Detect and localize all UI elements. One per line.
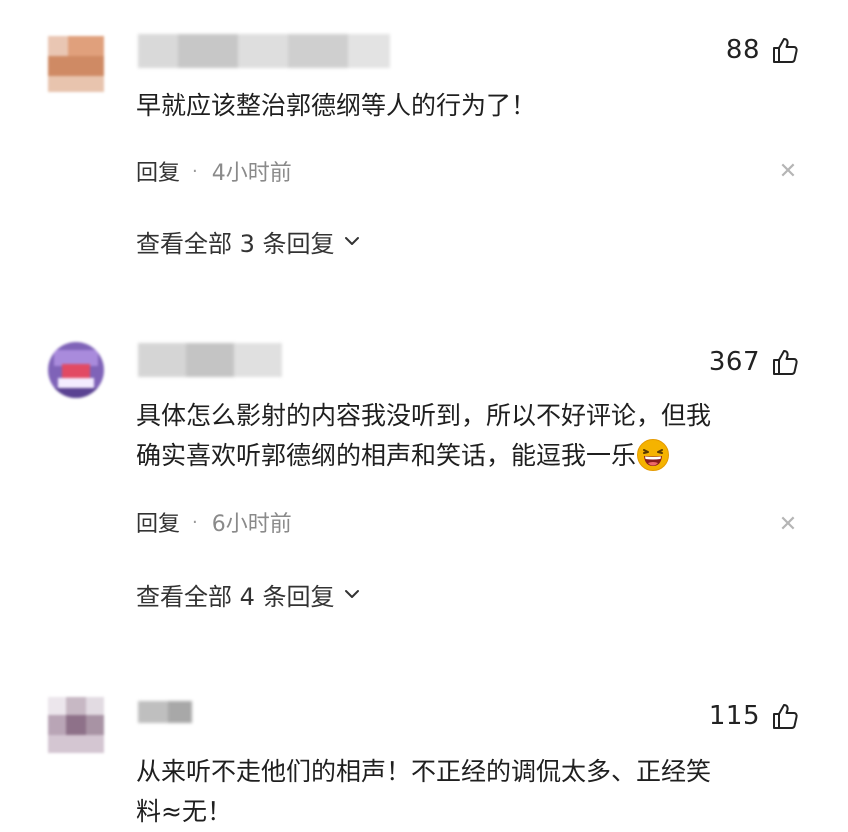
- like-button[interactable]: 115: [709, 696, 800, 736]
- thumbs-up-icon: [773, 38, 798, 63]
- timestamp: 6小时前: [211, 512, 292, 537]
- like-count: 88: [725, 35, 760, 65]
- comment-text-content: 具体怎么影射的内容我没听到，所以不好评论，但我 确实喜欢听郭德纲的相声和笑话，能…: [136, 401, 712, 470]
- chevron-down-icon: [344, 590, 359, 598]
- avatar[interactable]: [48, 697, 104, 753]
- username-blurred[interactable]: [138, 34, 390, 68]
- close-icon[interactable]: ✕: [776, 160, 800, 184]
- avatar[interactable]: [48, 342, 104, 398]
- view-replies-label: 查看全部 3 条回复: [136, 229, 335, 258]
- view-replies-button[interactable]: 查看全部 3 条回复: [136, 224, 361, 258]
- chevron-down-icon: [344, 237, 359, 245]
- view-replies-button[interactable]: 查看全部 4 条回复: [136, 577, 361, 611]
- comment-meta: 回复 · 4小时前: [136, 155, 292, 187]
- close-icon[interactable]: ✕: [776, 513, 800, 537]
- reply-button[interactable]: 回复: [136, 155, 180, 187]
- comment-text: 从来听不走他们的相声！不正经的调侃太多、正经笑 料≈无！: [136, 757, 712, 826]
- timestamp: 4小时前: [211, 161, 292, 186]
- thumbs-up-icon: [773, 350, 798, 375]
- username-blurred[interactable]: [138, 343, 282, 377]
- comment-text: 具体怎么影射的内容我没听到，所以不好评论，但我 确实喜欢听郭德纲的相声和笑话，能…: [136, 396, 808, 476]
- thumbs-up-icon: [773, 704, 798, 729]
- username-blurred[interactable]: [138, 701, 192, 723]
- like-button[interactable]: 88: [726, 30, 800, 70]
- separator-dot: ·: [192, 511, 198, 533]
- like-count: 115: [708, 701, 760, 731]
- comment-text: 早就应该整治郭德纲等人的行为了！: [136, 91, 537, 120]
- separator-dot: ·: [192, 160, 198, 182]
- reply-button[interactable]: 回复: [136, 506, 180, 538]
- view-replies-label: 查看全部 4 条回复: [136, 582, 335, 611]
- like-button[interactable]: 367: [709, 342, 800, 382]
- comment-meta: 回复 · 6小时前: [136, 506, 292, 538]
- like-count: 367: [708, 347, 760, 377]
- avatar[interactable]: [48, 36, 104, 92]
- laughing-emoji-icon: [637, 439, 670, 471]
